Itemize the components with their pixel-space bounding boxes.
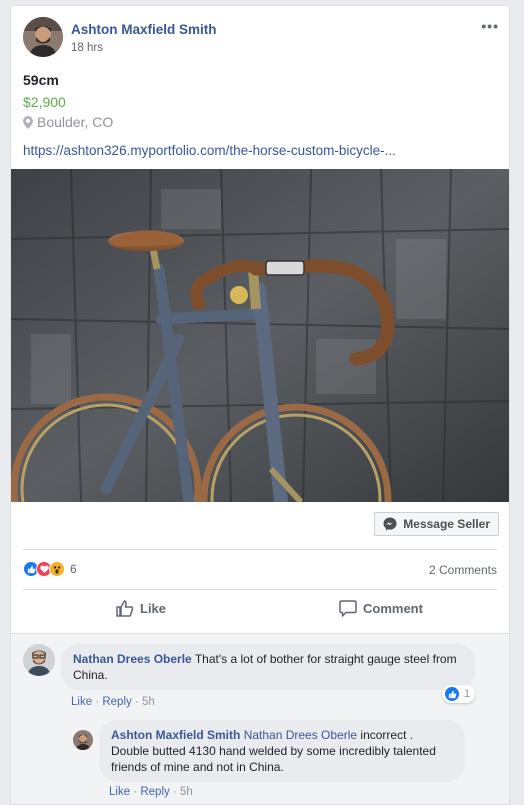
listing-title: 59cm: [23, 72, 59, 88]
message-seller-label: Message Seller: [403, 517, 490, 531]
comment-reply-link[interactable]: Reply: [102, 696, 131, 708]
reply-time[interactable]: 5h: [180, 786, 193, 798]
divider: [23, 589, 497, 590]
reply-text-inline: incorrect .: [360, 728, 414, 742]
comment-like-count: 1: [464, 688, 471, 700]
listing-location: Boulder, CO: [23, 114, 113, 130]
author-name[interactable]: Ashton Maxfield Smith: [71, 22, 217, 37]
comment-author[interactable]: Nathan Drees Oberle: [73, 652, 192, 666]
like-button[interactable]: Like: [116, 600, 166, 617]
author-avatar[interactable]: [23, 17, 63, 57]
comment-label: Comment: [363, 601, 423, 616]
comments-section: Nathan Drees Oberle That's a lot of both…: [11, 633, 509, 804]
reply-mention[interactable]: Nathan Drees Oberle: [244, 728, 357, 742]
like-label: Like: [140, 601, 167, 616]
comment-time[interactable]: 5h: [142, 696, 155, 708]
bicycle-photo[interactable]: [11, 169, 509, 502]
wow-reaction-icon: [49, 561, 65, 577]
comments-count-link[interactable]: 2 Comments: [429, 563, 497, 577]
message-seller-button[interactable]: Message Seller: [374, 512, 499, 536]
thumbs-up-icon: [116, 600, 134, 617]
marketplace-post-card: Ashton Maxfield Smith 18 hrs ••• 59cm $2…: [10, 5, 510, 805]
listing-price: $2,900: [23, 94, 66, 110]
comment-like-badge[interactable]: 1: [442, 685, 476, 703]
location-text: Boulder, CO: [37, 114, 114, 130]
reaction-count: 6: [70, 562, 77, 576]
divider: [23, 549, 497, 550]
comment-button[interactable]: Comment: [339, 600, 423, 617]
reply-actions: Like · Reply · 5h: [109, 786, 193, 798]
reactions-summary[interactable]: 6: [23, 561, 77, 577]
more-options-icon[interactable]: •••: [481, 18, 499, 34]
comment-bubble: Nathan Drees Oberle That's a lot of both…: [61, 644, 475, 690]
reply-author-avatar[interactable]: [73, 730, 93, 750]
reply-bubble: Ashton Maxfield Smith Nathan Drees Oberl…: [99, 720, 465, 782]
reply-author[interactable]: Ashton Maxfield Smith: [111, 728, 240, 742]
like-reaction-icon: [444, 686, 460, 702]
comment-bubble-icon: [339, 600, 357, 617]
post-timestamp[interactable]: 18 hrs: [71, 42, 103, 54]
location-pin-icon: [23, 115, 33, 129]
commenter-avatar[interactable]: [23, 644, 55, 676]
reply-text: Double butted 4130 hand welded by some i…: [111, 744, 436, 774]
comment-like-link[interactable]: Like: [71, 696, 92, 708]
reply-like-link[interactable]: Like: [109, 786, 130, 798]
reply-reply-link[interactable]: Reply: [140, 786, 169, 798]
messenger-icon: [383, 517, 397, 531]
comment-actions: Like · Reply · 5h: [71, 696, 155, 708]
portfolio-link[interactable]: https://ashton326.myportfolio.com/the-ho…: [23, 143, 396, 158]
